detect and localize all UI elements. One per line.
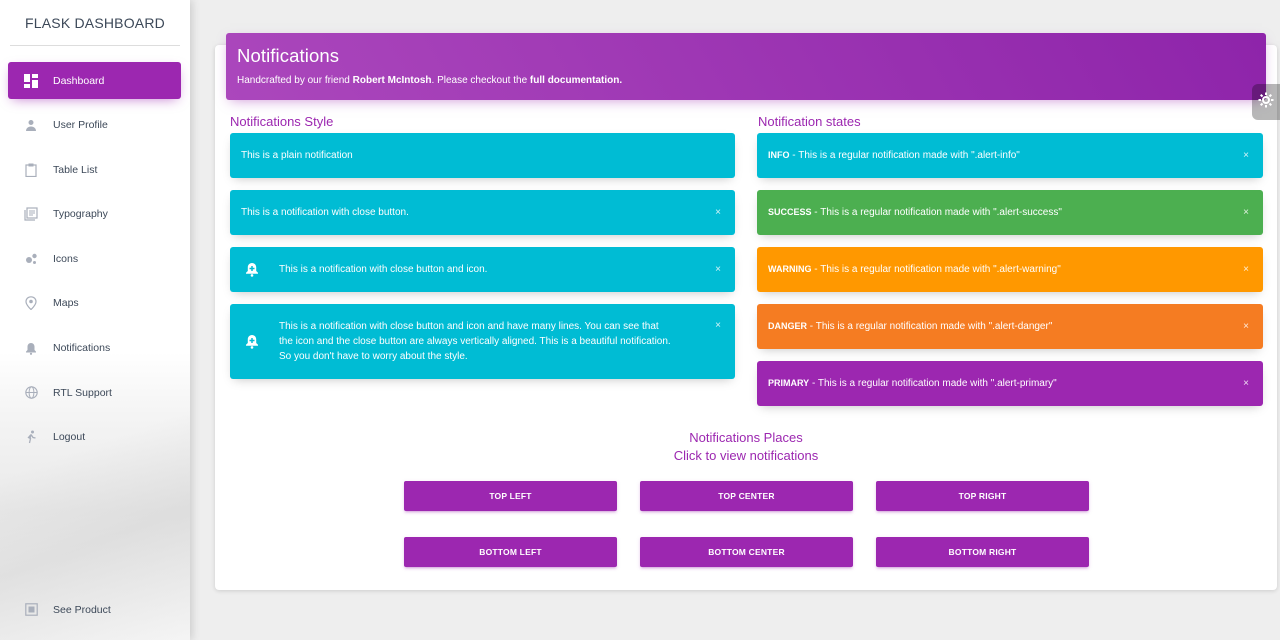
- places-subtitle: Click to view notifications: [673, 448, 819, 463]
- sidebar-item-logout[interactable]: Logout: [8, 419, 181, 456]
- alert-text: - This is a regular notification made wi…: [789, 150, 1020, 161]
- close-icon[interactable]: ×: [1243, 150, 1249, 161]
- sidebar-item-label: Table List: [53, 163, 98, 176]
- alert-state-label: INFO: [768, 150, 790, 160]
- sidebar-item-see-product[interactable]: See Product: [8, 591, 181, 628]
- add-alert-icon: [244, 334, 260, 350]
- alert-text: - This is a regular notification made wi…: [811, 207, 1062, 218]
- alert-text: - This is a regular notification made wi…: [811, 264, 1061, 275]
- alert-success: SUCCESS - This is a regular notification…: [757, 190, 1263, 235]
- bottom-right-button[interactable]: BOTTOM RIGHT: [876, 537, 1089, 567]
- location-icon: [23, 295, 39, 311]
- top-right-button[interactable]: TOP RIGHT: [876, 481, 1089, 511]
- alert-message: This is a notification with close button…: [241, 207, 409, 218]
- alert-with-icon: This is a notification with close button…: [230, 247, 735, 292]
- logout-icon: [23, 429, 39, 445]
- alert-multiline: This is a notification with close button…: [230, 304, 735, 379]
- alert-state-label: DANGER: [768, 321, 808, 331]
- sidebar-item-label: RTL Support: [53, 386, 112, 399]
- bubble-chart-icon: [23, 251, 39, 267]
- sidebar-item-label: See Product: [53, 603, 111, 616]
- bottom-left-button[interactable]: BOTTOM LEFT: [404, 537, 617, 567]
- sidebar: FLASK DASHBOARD Dashboard User Profile T…: [0, 0, 190, 640]
- close-icon[interactable]: ×: [1243, 321, 1249, 332]
- alert-info: INFO - This is a regular notification ma…: [757, 133, 1263, 178]
- sidebar-item-typography[interactable]: Typography: [8, 196, 181, 233]
- close-icon[interactable]: ×: [715, 207, 721, 218]
- top-center-button[interactable]: TOP CENTER: [640, 481, 853, 511]
- alert-message: PRIMARY - This is a regular notification…: [768, 376, 1057, 391]
- sidebar-item-label: Dashboard: [53, 74, 105, 87]
- close-icon[interactable]: ×: [1243, 207, 1249, 218]
- documentation-link[interactable]: full documentation.: [530, 75, 622, 86]
- sidebar-item-maps[interactable]: Maps: [8, 285, 181, 322]
- dashboard-icon: [23, 73, 39, 89]
- sidebar-item-label: Typography: [53, 208, 108, 221]
- alert-state-label: SUCCESS: [768, 207, 812, 217]
- alert-message: DANGER - This is a regular notification …: [768, 319, 1052, 334]
- sidebar-item-notifications[interactable]: Notifications: [8, 330, 181, 367]
- card-subtitle: Handcrafted by our friend Robert McIntos…: [237, 75, 1255, 86]
- author-link[interactable]: Robert McIntosh: [353, 75, 432, 86]
- places-title: Notifications Places: [689, 430, 803, 445]
- alert-message: This is a notification with close button…: [279, 321, 671, 362]
- alert-message: This is a notification with close button…: [279, 264, 488, 275]
- alert-state-label: PRIMARY: [768, 378, 810, 388]
- alert-message: INFO - This is a regular notification ma…: [768, 148, 1020, 163]
- product-icon: [23, 602, 39, 618]
- alert-state-label: WARNING: [768, 264, 812, 274]
- alert-text: - This is a regular notification made wi…: [807, 321, 1053, 332]
- alert-warning: WARNING - This is a regular notification…: [757, 247, 1263, 292]
- alert-danger: DANGER - This is a regular notification …: [757, 304, 1263, 349]
- section-title-styles: Notifications Style: [230, 114, 334, 129]
- close-icon[interactable]: ×: [715, 264, 721, 275]
- sidebar-item-label: Maps: [53, 297, 79, 310]
- alert-text: - This is a regular notification made wi…: [809, 378, 1057, 389]
- gear-icon: [1258, 92, 1274, 113]
- sidebar-item-label: Logout: [53, 431, 86, 444]
- bottom-center-button[interactable]: BOTTOM CENTER: [640, 537, 853, 567]
- close-icon[interactable]: ×: [1243, 264, 1249, 275]
- clipboard-icon: [23, 162, 39, 178]
- add-alert-icon: [244, 262, 260, 278]
- bell-icon: [23, 340, 39, 356]
- top-left-button[interactable]: TOP LEFT: [404, 481, 617, 511]
- settings-plugin-toggle[interactable]: [1252, 84, 1280, 120]
- sidebar-item-user-profile[interactable]: User Profile: [8, 107, 181, 144]
- alert-message: SUCCESS - This is a regular notification…: [768, 205, 1062, 220]
- alert-primary: PRIMARY - This is a regular notification…: [757, 361, 1263, 406]
- alert-message: WARNING - This is a regular notification…: [768, 262, 1061, 277]
- close-icon[interactable]: ×: [1243, 378, 1249, 389]
- sidebar-logo[interactable]: FLASK DASHBOARD: [10, 0, 180, 46]
- alert-message: This is a plain notification: [241, 150, 353, 161]
- subtitle-text: . Please checkout the: [431, 75, 530, 86]
- sidebar-item-label: Icons: [53, 252, 79, 265]
- sidebar-item-dashboard[interactable]: Dashboard: [8, 62, 181, 99]
- subtitle-text: Handcrafted by our friend: [237, 75, 353, 86]
- sidebar-item-table-list[interactable]: Table List: [8, 151, 181, 188]
- alert-with-close: This is a notification with close button…: [230, 190, 735, 235]
- alert-plain: This is a plain notification: [230, 133, 735, 178]
- section-title-states: Notification states: [758, 114, 861, 129]
- library-books-icon: [23, 206, 39, 222]
- sidebar-item-rtl-support[interactable]: RTL Support: [8, 374, 181, 411]
- sidebar-item-label: Notifications: [53, 342, 111, 355]
- close-icon[interactable]: ×: [715, 321, 721, 331]
- language-icon: [23, 385, 39, 401]
- sidebar-nav: Dashboard User Profile Table List Typogr…: [0, 62, 190, 456]
- sidebar-item-icons[interactable]: Icons: [8, 240, 181, 277]
- sidebar-item-label: User Profile: [53, 119, 108, 132]
- card-header: Notifications Handcrafted by our friend …: [226, 33, 1266, 100]
- person-icon: [23, 117, 39, 133]
- page-title: Notifications: [237, 45, 340, 66]
